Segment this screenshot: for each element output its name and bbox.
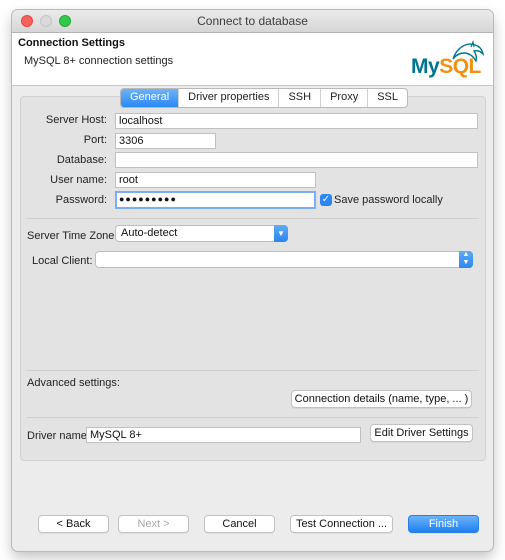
database-label: Database: xyxy=(56,154,107,166)
tab-ssl[interactable]: SSL xyxy=(367,89,407,107)
database-input[interactable] xyxy=(115,152,478,168)
dialog-header: Connection Settings MySQL 8+ connection … xyxy=(12,33,493,86)
logo-text-sql: SQL xyxy=(439,55,481,78)
driver-name-label: Driver name: xyxy=(27,430,90,442)
password-label: Password: xyxy=(55,194,107,206)
advanced-settings-label: Advanced settings: xyxy=(27,377,120,389)
mysql-logo: MySQL xyxy=(411,39,491,83)
password-input[interactable]: ●●●●●●●●● xyxy=(115,191,316,209)
back-button[interactable]: < Back xyxy=(38,515,109,533)
driver-name-input[interactable]: MySQL 8+ xyxy=(86,427,361,443)
title-bar: Connect to database xyxy=(12,10,493,33)
tab-general[interactable]: General xyxy=(121,89,179,107)
user-name-input[interactable]: root xyxy=(115,172,316,188)
server-host-label: Server Host: xyxy=(45,114,107,126)
save-password-checkbox[interactable]: ✓ xyxy=(320,194,332,206)
server-time-zone-value: Auto-detect xyxy=(121,227,178,239)
test-connection-button[interactable]: Test Connection ... xyxy=(290,515,393,533)
mysql-logo-text: MySQL xyxy=(411,55,481,79)
cancel-button[interactable]: Cancel xyxy=(204,515,275,533)
window-title: Connect to database xyxy=(197,14,308,28)
server-host-input[interactable]: localhost xyxy=(115,113,478,129)
divider xyxy=(27,218,479,219)
user-name-label: User name: xyxy=(50,174,107,186)
header-title: Connection Settings xyxy=(18,37,125,49)
local-client-select[interactable]: ▲ ▼ xyxy=(95,251,473,268)
divider xyxy=(27,370,479,371)
general-panel: Server Host: localhost Port: 3306 Databa… xyxy=(20,96,486,461)
chevron-updown-icon[interactable]: ▲ ▼ xyxy=(459,251,473,268)
server-time-zone-select[interactable]: Auto-detect ▼ xyxy=(115,225,288,242)
finish-button[interactable]: Finish xyxy=(408,515,479,533)
port-label: Port: xyxy=(83,134,107,146)
logo-text-my: My xyxy=(411,55,440,78)
divider xyxy=(27,417,479,418)
tab-proxy[interactable]: Proxy xyxy=(320,89,367,107)
edit-driver-settings-button[interactable]: Edit Driver Settings xyxy=(370,424,473,442)
connect-dialog: Connect to database Connection Settings … xyxy=(12,10,493,551)
server-time-zone-label: Server Time Zone: xyxy=(27,230,118,242)
local-client-label: Local Client: xyxy=(32,255,93,267)
tab-ssh[interactable]: SSH xyxy=(278,89,320,107)
save-password-label: Save password locally xyxy=(334,194,443,206)
tab-driver-properties[interactable]: Driver properties xyxy=(178,89,278,107)
header-subtitle: MySQL 8+ connection settings xyxy=(24,55,174,67)
chevron-down-icon[interactable]: ▼ xyxy=(274,225,288,242)
checkmark-icon: ✓ xyxy=(321,194,331,205)
next-button[interactable]: Next > xyxy=(118,515,189,533)
port-input[interactable]: 3306 xyxy=(115,133,216,149)
connection-details-button[interactable]: Connection details (name, type, ... ) xyxy=(291,390,472,408)
settings-tabs: General Driver properties SSH Proxy SSL xyxy=(120,88,408,108)
